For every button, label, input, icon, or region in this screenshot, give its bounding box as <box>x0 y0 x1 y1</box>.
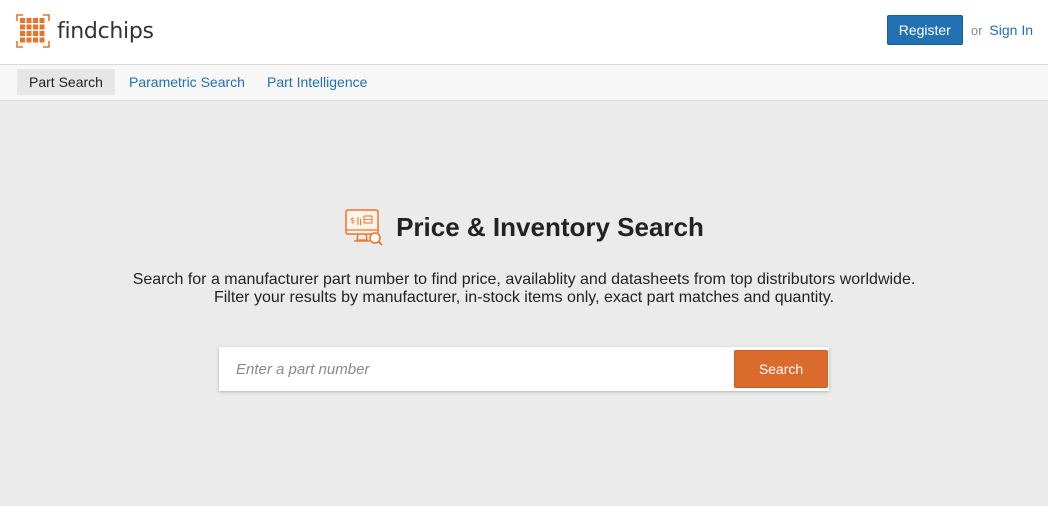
top-header: findchips Register or Sign In <box>0 0 1048 65</box>
tab-parametric-search[interactable]: Parametric Search <box>117 69 257 95</box>
findchips-logo[interactable]: findchips <box>16 14 154 48</box>
description-line-1: Search for a manufacturer part number to… <box>132 271 916 288</box>
description-line-2: Filter your results by manufacturer, in-… <box>213 289 835 306</box>
tab-part-intelligence[interactable]: Part Intelligence <box>255 69 379 95</box>
search-button[interactable]: Search <box>734 350 828 388</box>
tab-part-search[interactable]: Part Search <box>17 69 115 95</box>
monitor-price-search-icon: $ <box>345 209 383 246</box>
register-button[interactable]: Register <box>886 15 963 45</box>
logo-grid-icon <box>16 14 50 48</box>
sub-navigation: Part Search Parametric Search Part Intel… <box>0 65 1048 101</box>
auth-area: Register or Sign In <box>886 15 1033 45</box>
hero-heading: $ Price & Inventory Search <box>0 207 1048 247</box>
page-title: Price & Inventory Search <box>396 211 704 242</box>
part-search-box: Search <box>219 347 829 391</box>
sign-in-link[interactable]: Sign In <box>989 22 1033 38</box>
svg-text:$: $ <box>350 216 355 225</box>
logo-text: findchips <box>57 18 154 44</box>
search-description: Search for a manufacturer part number to… <box>0 271 1048 307</box>
or-separator: or <box>970 22 983 38</box>
part-number-input[interactable] <box>219 347 733 391</box>
